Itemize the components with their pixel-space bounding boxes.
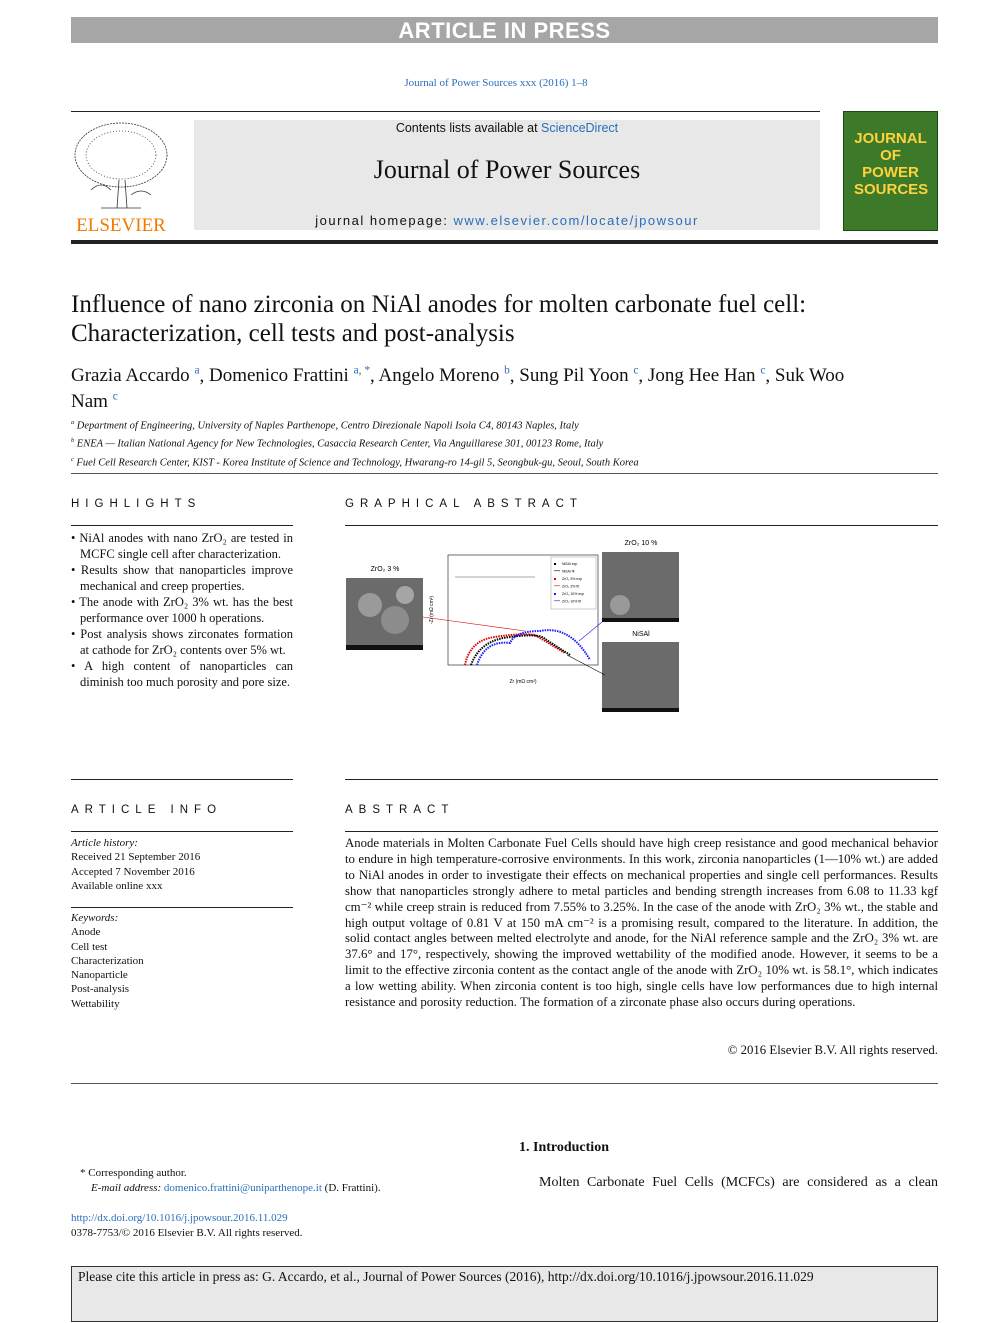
email-link[interactable]: domenico.frattini@uniparthenope.it: [164, 1182, 322, 1194]
history-item: Available online xxx: [71, 879, 163, 892]
homepage-link[interactable]: www.elsevier.com/locate/jpowsour: [454, 213, 699, 228]
author[interactable]: Jong Hee Han c: [648, 365, 765, 386]
legend-marker: [554, 570, 560, 572]
highlight-item: The anode with ZrO₂ 3% wt. has the best …: [71, 594, 293, 626]
highlight-item: Post analysis shows zirconates formation…: [71, 626, 293, 658]
affiliation-text: Department of Engineering, University of…: [74, 420, 579, 432]
author-name[interactable]: Jong Hee Han: [648, 365, 756, 386]
label-zro2-10: ZrO₂ 10 %: [625, 540, 658, 547]
legend-marker: [554, 578, 556, 580]
y-axis-label: -Zi (mΩ cm²): [429, 596, 435, 625]
highlight-item: A high content of nanoparticles can dimi…: [71, 658, 293, 690]
author[interactable]: Domenico Frattini a, *: [209, 365, 370, 386]
article-in-press-banner: ARTICLE IN PRESS: [71, 17, 938, 43]
author[interactable]: Angelo Moreno b: [379, 365, 510, 386]
corresponding-author-note: * Corresponding author.: [80, 1167, 187, 1179]
abstract-text: Anode materials in Molten Carbonate Fuel…: [345, 836, 938, 1010]
affiliation-text: Fuel Cell Research Center, KIST - Korea …: [73, 457, 639, 469]
elsevier-wordmark: ELSEVIER: [76, 215, 166, 236]
legend-marker: [554, 585, 560, 587]
sciencedirect-link[interactable]: ScienceDirect: [541, 121, 618, 135]
homepage-line: journal homepage: www.elsevier.com/locat…: [194, 213, 820, 228]
keyword: Characterization: [71, 954, 144, 967]
highlights-list: NiAl anodes with nano ZrO₂ are tested in…: [71, 530, 293, 690]
email-line: E-mail address: domenico.frattini@unipar…: [91, 1181, 381, 1196]
keywords-label: Keywords:: [71, 912, 119, 924]
article-title: Influence of nano zirconia on NiAl anode…: [71, 291, 807, 347]
legend-entry: ZrO₂ 10% exp: [562, 592, 584, 596]
article-history: Article history: Received 21 September 20…: [71, 836, 200, 893]
author-affiliation-marker[interactable]: c: [113, 390, 118, 402]
author[interactable]: Grazia Accardo a: [71, 365, 200, 386]
x-axis-label: Zr (mΩ cm²): [509, 679, 536, 685]
email-suffix: (D. Frattini).: [321, 1182, 381, 1194]
keyword: Cell test: [71, 940, 108, 953]
legend-entry: ZrO₂ 10% fit: [562, 600, 581, 604]
keyword: Wettability: [71, 997, 120, 1010]
highlights-heading: HIGHLIGHTS: [71, 498, 202, 510]
affiliation: b ENEA — Italian National Agency for New…: [71, 434, 639, 452]
legend-entry: NiSAl exp: [562, 562, 577, 566]
author-affiliation-marker[interactable]: b: [504, 365, 510, 377]
article-info-heading: ARTICLE INFO: [71, 804, 223, 816]
label-nisal: NiSAl: [632, 631, 650, 638]
author-affiliation-marker[interactable]: a: [194, 365, 199, 377]
journal-reference-link[interactable]: Journal of Power Sources xxx (2016) 1–8: [0, 77, 992, 89]
affiliation: a Department of Engineering, University …: [71, 416, 639, 434]
elsevier-logo[interactable]: ELSEVIER: [71, 120, 171, 236]
highlight-item: Results show that nanoparticles improve …: [71, 562, 293, 594]
affiliations: a Department of Engineering, University …: [71, 416, 639, 471]
keywords: Keywords: Anode Cell test Characterization N…: [71, 911, 144, 1011]
introduction-heading: 1. Introduction: [519, 1140, 609, 1155]
sem-image-nisal: [602, 642, 679, 712]
cover-title: JOURNAL OF POWER SOURCES: [854, 130, 929, 198]
author-affiliation-marker[interactable]: c: [760, 365, 765, 377]
history-item: Accepted 7 November 2016: [71, 865, 195, 878]
author-name[interactable]: Grazia Accardo: [71, 365, 190, 386]
legend-entry: NiSAl fit: [562, 570, 574, 574]
keyword: Nanoparticle: [71, 969, 128, 982]
affiliation: c Fuel Cell Research Center, KIST - Kore…: [71, 453, 639, 471]
email-label: E-mail address:: [91, 1182, 164, 1194]
graphical-abstract-figure: ZrO₂ 3 % ZrO₂ 10 % NiSAl NiSAl exp NiSAl …: [345, 535, 685, 722]
author[interactable]: Sung Pil Yoon c: [519, 365, 638, 386]
doi-link[interactable]: http://dx.doi.org/10.1016/j.jpowsour.201…: [71, 1211, 288, 1226]
author-name[interactable]: Domenico Frattini: [209, 365, 349, 386]
history-label: Article history:: [71, 837, 138, 849]
legend-entry: ZrO₂ 3% fit: [562, 585, 579, 589]
graphical-abstract-heading: GRAPHICAL ABSTRACT: [345, 498, 583, 510]
citation-box: Please cite this article in press as: G.…: [71, 1266, 938, 1322]
author-name[interactable]: Angelo Moreno: [379, 365, 500, 386]
author-affiliation-marker[interactable]: a, *: [354, 365, 370, 377]
label-zro2-3: ZrO₂ 3 %: [371, 566, 400, 573]
issn-line: 0378-7753/© 2016 Elsevier B.V. All right…: [71, 1227, 303, 1239]
journal-name: Journal of Power Sources: [373, 155, 641, 184]
journal-cover[interactable]: JOURNAL OF POWER SOURCES: [843, 111, 938, 231]
introduction-text: Molten Carbonate Fuel Cells (MCFCs) are …: [539, 1175, 938, 1190]
history-item: Received 21 September 2016: [71, 851, 201, 864]
contents-prefix: Contents lists available at: [395, 121, 542, 135]
author-list: Grazia Accardo a, Domenico Frattini a, *…: [71, 365, 845, 412]
keyword: Anode: [71, 926, 101, 939]
legend-marker: [554, 600, 560, 602]
abstract-copyright: © 2016 Elsevier B.V. All rights reserved…: [727, 1043, 938, 1057]
affiliation-text: ENEA — Italian National Agency for New T…: [74, 438, 604, 450]
highlight-item: NiAl anodes with nano ZrO₂ are tested in…: [71, 530, 293, 562]
author-affiliation-marker[interactable]: c: [633, 365, 638, 377]
legend-marker: [554, 593, 556, 595]
author-name[interactable]: Sung Pil Yoon: [519, 365, 628, 386]
legend-entry: ZrO₂ 3% exp: [562, 577, 582, 581]
homepage-prefix: journal homepage:: [315, 213, 454, 228]
keyword: Post-analysis: [71, 983, 130, 996]
legend-marker: [554, 563, 556, 565]
abstract-heading: ABSTRACT: [345, 804, 455, 816]
contents-line: Contents lists available at ScienceDirec…: [194, 121, 820, 135]
